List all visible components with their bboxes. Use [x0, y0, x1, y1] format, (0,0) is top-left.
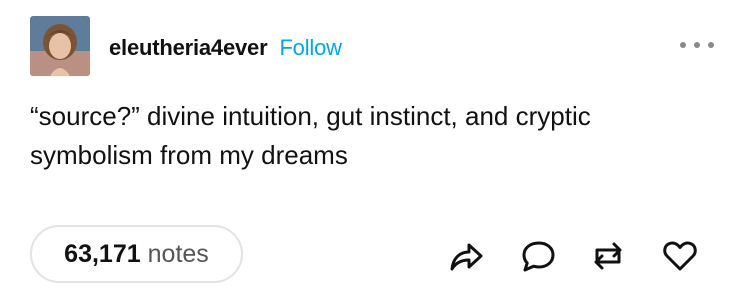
post-card: eleutheria4ever Follow “source?” divine … [0, 0, 734, 306]
notes-count: 63,171 [64, 239, 141, 268]
notes-label: notes [147, 239, 209, 268]
more-dot [680, 42, 686, 48]
more-dot [708, 42, 714, 48]
follow-button[interactable]: Follow [279, 35, 342, 61]
more-options-icon[interactable] [680, 38, 714, 52]
post-header: eleutheria4ever Follow [109, 33, 342, 63]
notes-button[interactable]: 63,171 notes [30, 225, 243, 283]
avatar[interactable] [30, 16, 90, 76]
more-dot [694, 42, 700, 48]
username[interactable]: eleutheria4ever [109, 35, 268, 61]
reblog-icon[interactable] [590, 238, 626, 274]
reply-icon[interactable] [520, 238, 556, 274]
post-body-text: “source?” divine intuition, gut instinct… [30, 101, 591, 170]
heart-icon[interactable] [662, 238, 698, 274]
share-icon[interactable] [448, 238, 484, 274]
